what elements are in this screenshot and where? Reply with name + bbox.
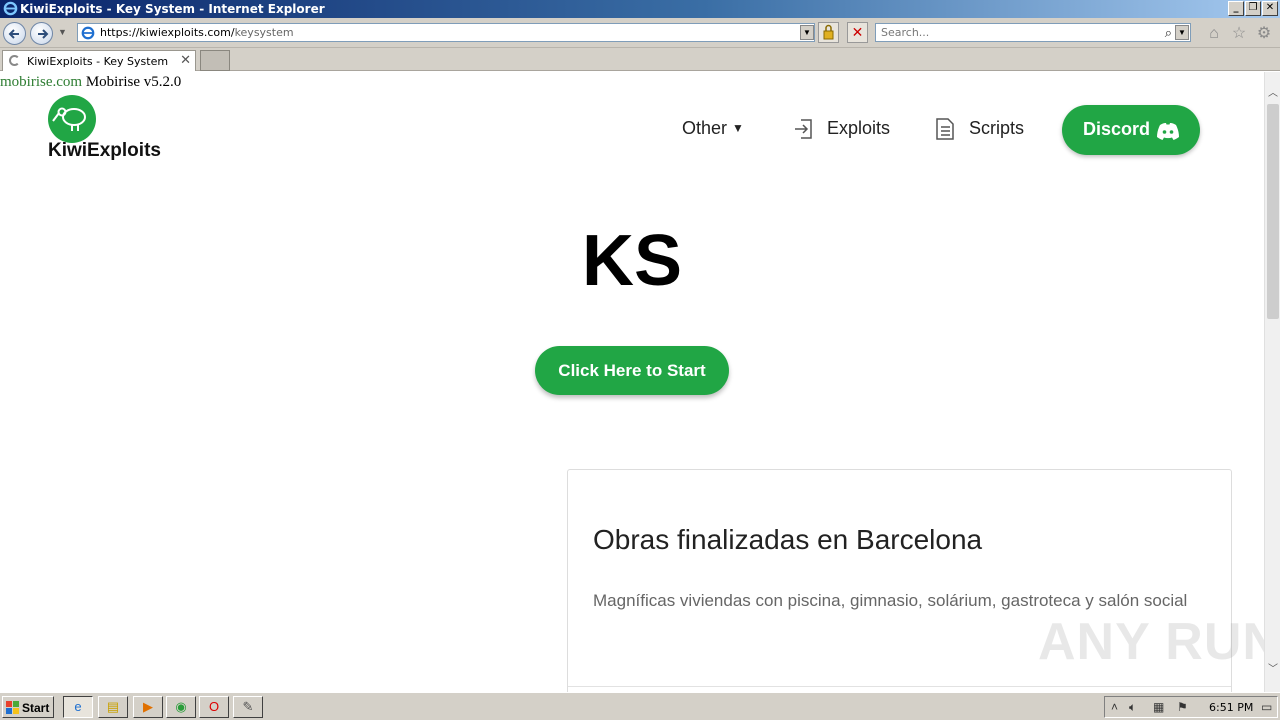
forward-button[interactable] [30, 22, 53, 45]
card-title: Obras finalizadas en Barcelona [593, 524, 983, 555]
nav-other-label: Other [682, 118, 728, 138]
stop-button[interactable]: ✕ [847, 22, 868, 43]
scroll-thumb[interactable] [1267, 104, 1279, 319]
home-icon[interactable]: ⌂ [1205, 25, 1223, 43]
brand-name[interactable]: KiwiExploits [48, 140, 161, 162]
security-lock-button[interactable] [818, 22, 839, 43]
mobirise-credit: mobirise.com Mobirise v5.2.0 [0, 74, 181, 91]
start-menu-button[interactable]: Start [2, 696, 54, 718]
loading-spinner-icon [9, 55, 20, 66]
taskbar-media-player-icon[interactable]: ▶ [133, 696, 163, 718]
discord-label: Discord [1083, 119, 1151, 139]
tab-keysystem[interactable]: KiwiExploits - Key System ✕ [2, 50, 196, 71]
tray-expand-icon[interactable]: ˄ [1111, 700, 1118, 714]
hero-title: KS [581, 221, 683, 301]
tab-bar: KiwiExploits - Key System ✕ [0, 48, 1280, 71]
address-dropdown-button[interactable]: ▼ [800, 25, 814, 40]
restore-button[interactable]: ❐ [1245, 1, 1261, 16]
kiwi-logo-icon[interactable] [48, 95, 96, 143]
discord-icon [1157, 123, 1179, 140]
ie-logo-icon [3, 1, 18, 16]
favorites-star-icon[interactable]: ☆ [1230, 25, 1248, 43]
tab-close-icon[interactable]: ✕ [180, 53, 191, 68]
taskbar-chrome-icon[interactable]: ◉ [166, 696, 196, 718]
clock: 6:51 PM [1209, 701, 1254, 714]
address-toolbar: ▼ https://kiwiexploits.com/keysystem ▼ ✕… [0, 18, 1280, 48]
search-dropdown-button[interactable]: ▼ [1175, 25, 1189, 40]
scroll-down-icon[interactable]: ﹀ [1265, 662, 1280, 678]
taskbar-ie-icon[interactable]: e [63, 696, 93, 718]
taskbar: Start e ▤ ▶ ◉ O ✎ ˄ 🔈︎ ▦ ⚑ 6:51 PM ▭ [0, 692, 1280, 720]
card-text: Magníficas viviendas con piscina, gimnas… [593, 591, 1188, 610]
show-desktop-icon[interactable]: ▭ [1261, 700, 1272, 714]
tab-label: KiwiExploits - Key System [27, 55, 169, 68]
search-placeholder: Search... [881, 26, 930, 39]
nav-scripts[interactable]: Scripts [969, 118, 1024, 139]
login-icon[interactable] [792, 117, 816, 141]
nav-other[interactable]: Other ▼ [682, 118, 744, 139]
forward-arrow-icon [38, 29, 49, 39]
search-icon[interactable]: ⌕ [1165, 25, 1172, 41]
window-titlebar: KiwiExploits - Key System - Internet Exp… [0, 0, 1280, 18]
lock-icon [823, 24, 834, 40]
ie-page-icon [81, 26, 95, 40]
windows-flag-icon [6, 701, 19, 714]
page-content: mobirise.com Mobirise v5.2.0 KiwiExploit… [0, 72, 1264, 692]
discord-button[interactable]: Discord [1062, 105, 1200, 155]
mobirise-version: Mobirise v5.2.0 [82, 74, 182, 90]
start-label: Start [22, 701, 50, 715]
back-button[interactable] [3, 22, 26, 45]
window-title: KiwiExploits - Key System - Internet Exp… [20, 2, 325, 16]
taskbar-app-icon[interactable]: ✎ [233, 696, 263, 718]
volume-icon[interactable]: 🔈︎ [1129, 700, 1136, 715]
vertical-scrollbar[interactable]: ︿ ﹀ [1264, 72, 1280, 692]
nav-exploits[interactable]: Exploits [827, 118, 890, 139]
address-bar[interactable]: https://kiwiexploits.com/keysystem ▼ [77, 23, 815, 42]
minimize-button[interactable]: _ [1228, 1, 1244, 16]
card-divider [568, 686, 1231, 687]
network-icon[interactable]: ▦ [1153, 700, 1164, 714]
settings-gear-icon[interactable]: ⚙ [1255, 25, 1273, 43]
flag-notification-icon[interactable]: ⚑ [1177, 700, 1188, 714]
scroll-up-icon[interactable]: ︿ [1265, 86, 1280, 102]
anyrun-watermark: ANY RUN [1038, 613, 1264, 671]
url-host: https://kiwiexploits.com/ [100, 26, 235, 39]
taskbar-explorer-icon[interactable]: ▤ [98, 696, 128, 718]
start-button[interactable]: Click Here to Start [535, 346, 729, 395]
caret-down-icon: ▼ [732, 121, 744, 135]
document-icon[interactable] [934, 117, 956, 141]
url-text: https://kiwiexploits.com/keysystem [100, 26, 294, 39]
new-tab-button[interactable] [200, 50, 230, 71]
url-path: keysystem [234, 26, 294, 39]
search-input[interactable]: Search... ⌕ ▼ [875, 23, 1191, 42]
close-window-button[interactable]: ✕ [1262, 1, 1278, 16]
taskbar-opera-icon[interactable]: O [199, 696, 229, 718]
mobirise-link[interactable]: mobirise.com [0, 74, 82, 90]
history-dropdown-icon[interactable]: ▼ [58, 27, 67, 37]
system-tray: ˄ 🔈︎ ▦ ⚑ 6:51 PM ▭ [1104, 696, 1278, 718]
back-arrow-icon [8, 29, 19, 39]
